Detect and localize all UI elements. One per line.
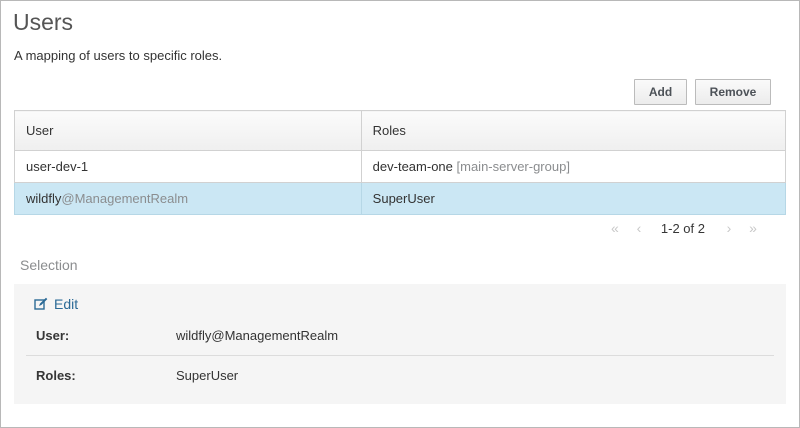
attribute-value: SuperUser bbox=[176, 367, 239, 383]
add-button[interactable]: Add bbox=[634, 79, 687, 105]
selection-title: Selection bbox=[20, 257, 78, 273]
edit-link[interactable]: Edit bbox=[34, 296, 78, 312]
user-realm: @ManagementRealm bbox=[61, 191, 189, 206]
pager: « ‹ 1-2 of 2 › » bbox=[605, 220, 763, 236]
chevron-left-icon[interactable]: ‹ bbox=[629, 220, 649, 236]
attribute-label: Roles: bbox=[36, 367, 76, 383]
cell-user[interactable]: wildfly@ManagementRealm bbox=[14, 182, 362, 215]
page-title: Users bbox=[13, 9, 74, 35]
table-row[interactable]: wildfly@ManagementRealm SuperUser bbox=[14, 182, 787, 215]
attribute-row-roles: Roles: SuperUser bbox=[26, 355, 774, 395]
cell-roles[interactable]: SuperUser bbox=[360, 182, 787, 215]
chevron-right-icon[interactable]: › bbox=[719, 220, 739, 236]
column-header-roles[interactable]: Roles bbox=[360, 110, 787, 151]
toolbar: Add Remove bbox=[634, 79, 771, 105]
attribute-row-user: User: wildfly@ManagementRealm bbox=[26, 315, 774, 356]
column-header-user[interactable]: User bbox=[14, 110, 362, 151]
attribute-label: User: bbox=[36, 327, 70, 343]
cell-user[interactable]: user-dev-1 bbox=[14, 150, 362, 183]
table-header-row: User Roles bbox=[14, 110, 787, 151]
user-name: wildfly bbox=[26, 191, 62, 206]
pager-info: 1-2 of 2 bbox=[660, 220, 705, 236]
cell-roles[interactable]: dev-team-one [main-server-group] bbox=[360, 150, 787, 183]
attribute-value: wildfly@ManagementRealm bbox=[176, 327, 339, 343]
double-chevron-right-icon[interactable]: » bbox=[743, 220, 763, 236]
selection-panel: Edit User: wildfly@ManagementRealm Roles… bbox=[14, 284, 786, 404]
role-name: SuperUser bbox=[372, 191, 435, 206]
edit-label: Edit bbox=[54, 296, 79, 312]
page-description: A mapping of users to specific roles. bbox=[14, 48, 223, 63]
role-name: dev-team-one bbox=[372, 159, 453, 174]
edit-icon bbox=[34, 297, 48, 310]
remove-button[interactable]: Remove bbox=[695, 79, 771, 105]
role-scope: [main-server-group] bbox=[456, 159, 570, 174]
users-view: Users A mapping of users to specific rol… bbox=[0, 0, 800, 428]
users-table: User Roles user-dev-1 dev-team-one [main… bbox=[14, 110, 787, 215]
user-name: user-dev-1 bbox=[26, 159, 89, 174]
double-chevron-left-icon[interactable]: « bbox=[605, 220, 625, 236]
table-row[interactable]: user-dev-1 dev-team-one [main-server-gro… bbox=[14, 150, 787, 183]
